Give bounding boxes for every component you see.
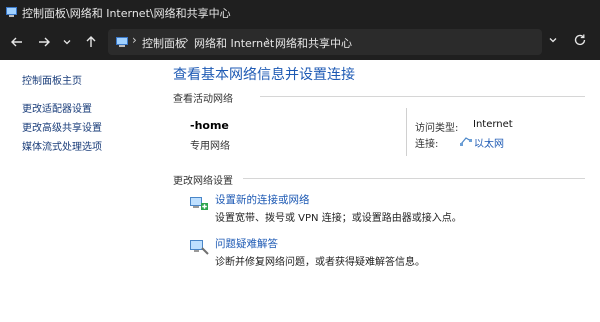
forward-button[interactable] xyxy=(35,33,53,51)
sidebar-item-advanced-sharing[interactable]: 更改高级共享设置 xyxy=(22,119,102,134)
sidebar-item-media-streaming[interactable]: 媒体流式处理选项 xyxy=(22,138,102,153)
control-panel-icon xyxy=(116,37,128,47)
troubleshoot-icon xyxy=(190,240,209,255)
setup-new-connection-link[interactable]: 设置新的连接或网络 xyxy=(215,192,310,207)
breadcrumb-network-internet[interactable]: 网络和 Internet xyxy=(194,35,274,51)
control-panel-icon xyxy=(6,7,17,17)
chevron-right-icon: › xyxy=(184,33,189,47)
sidebar: 控制面板主页 更改适配器设置 更改高级共享设置 媒体流式处理选项 xyxy=(0,60,160,322)
back-button[interactable] xyxy=(8,33,26,51)
chevron-right-icon: › xyxy=(265,33,270,47)
access-type-label: 访问类型: xyxy=(415,123,459,134)
change-settings-label: 更改网络设置 xyxy=(173,176,233,187)
address-dropdown-button[interactable] xyxy=(546,34,560,48)
main-content: 查看基本网络信息并设置连接 查看活动网络 -home 专用网络 访问类型: In… xyxy=(160,60,600,322)
arrow-right-icon xyxy=(39,37,50,47)
divider xyxy=(260,96,585,97)
chevron-down-icon xyxy=(549,38,557,43)
troubleshoot-description: 诊断并修复网络问题，或者获得疑难解答信息。 xyxy=(215,257,425,268)
chevron-down-icon xyxy=(63,40,71,45)
divider xyxy=(243,178,585,179)
recent-locations-button[interactable] xyxy=(58,33,76,51)
ethernet-icon xyxy=(460,137,472,146)
connection-label: 连接: xyxy=(415,139,439,150)
refresh-button[interactable] xyxy=(572,33,588,49)
network-type: 专用网络 xyxy=(190,141,230,152)
divider xyxy=(406,108,407,156)
arrow-up-icon xyxy=(86,36,96,47)
title-bar: 控制面板\网络和 Internet\网络和共享中心 xyxy=(0,0,600,24)
window-title: 控制面板\网络和 Internet\网络和共享中心 xyxy=(22,7,231,20)
breadcrumb-control-panel[interactable]: 控制面板 xyxy=(142,35,186,51)
network-name: -home xyxy=(190,119,229,132)
active-networks-label: 查看活动网络 xyxy=(173,94,233,105)
chevron-right-icon: › xyxy=(132,33,137,47)
breadcrumb-sharing-center[interactable]: 网络和共享中心 xyxy=(275,35,352,51)
new-connection-icon xyxy=(190,197,208,210)
refresh-icon xyxy=(574,34,586,46)
sidebar-item-adapter-settings[interactable]: 更改适配器设置 xyxy=(22,100,92,115)
arrow-left-icon xyxy=(11,37,22,47)
sidebar-item-control-panel-home[interactable]: 控制面板主页 xyxy=(22,72,82,87)
ethernet-connection-link[interactable]: 以太网 xyxy=(474,135,504,150)
setup-new-connection-description: 设置宽带、拨号或 VPN 连接；或设置路由器或接入点。 xyxy=(215,213,462,224)
page-title: 查看基本网络信息并设置连接 xyxy=(173,67,355,83)
access-type-value: Internet xyxy=(473,119,513,130)
up-button[interactable] xyxy=(82,33,100,51)
address-bar[interactable]: › 控制面板 › 网络和 Internet › 网络和共享中心 xyxy=(108,29,542,55)
troubleshoot-link[interactable]: 问题疑难解答 xyxy=(215,236,278,251)
navigation-bar: › 控制面板 › 网络和 Internet › 网络和共享中心 xyxy=(0,24,600,60)
